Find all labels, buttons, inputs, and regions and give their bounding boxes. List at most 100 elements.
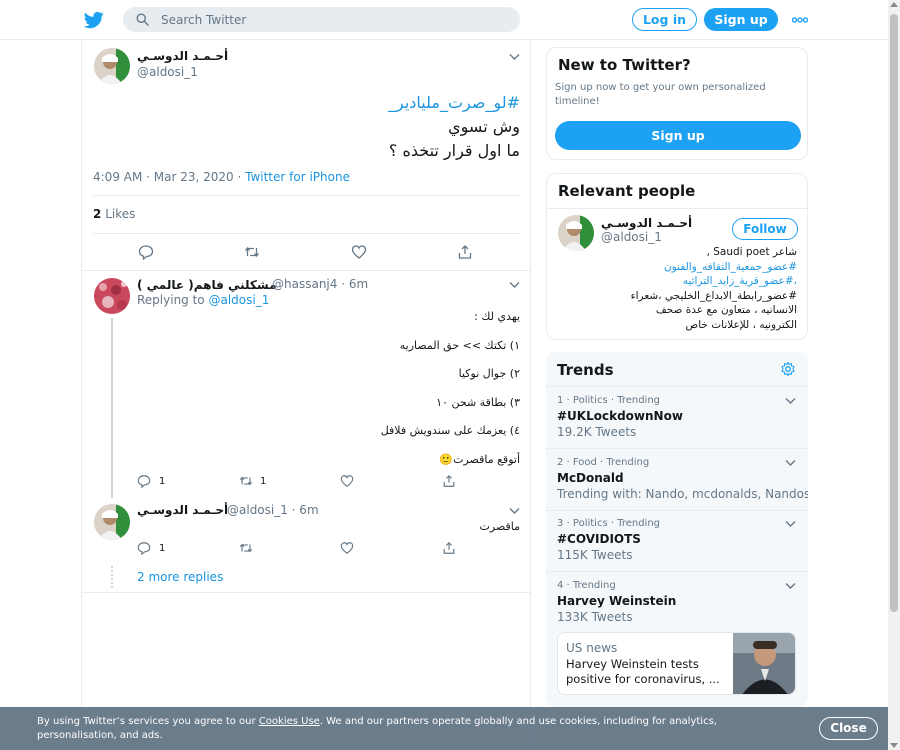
top-navigation-bar: Log in Sign up xyxy=(0,0,888,40)
divider xyxy=(546,386,808,387)
author-avatar[interactable] xyxy=(94,48,130,84)
chevron-down-icon[interactable] xyxy=(509,53,520,61)
chevron-down-icon[interactable] xyxy=(785,520,796,528)
reply-count: 1 xyxy=(159,476,166,487)
reply-text: يهدي لك : ١) تكتك >> حق المصاريه ٢) جوال… xyxy=(137,310,520,473)
reply-icon[interactable] xyxy=(137,474,151,488)
cookies-use-link[interactable]: Cookies Use xyxy=(259,716,320,727)
share-icon[interactable] xyxy=(442,541,456,555)
scrollbar-thumb[interactable] xyxy=(890,14,898,612)
reply-author-name[interactable]: مشكلني فاهم( عالمي ) xyxy=(137,278,277,292)
reply-line: أتوقع ماقصرت🙂 xyxy=(439,452,520,466)
reply-icon[interactable] xyxy=(138,244,154,260)
news-headline[interactable]: Harvey Weinstein tests positive for coro… xyxy=(566,657,726,686)
reply-author-handle[interactable]: @hassanj4 · 6m xyxy=(272,277,368,291)
relevant-people-card: Relevant people أحـمـد الدوسـي @aldosi_1… xyxy=(546,173,808,340)
bio-hashtag-link[interactable]: ،#عضو_قرية_زايد_التراثيه xyxy=(557,274,797,289)
avatar-photo-icon xyxy=(94,48,130,84)
author-name[interactable]: أحـمـد الدوسـي xyxy=(137,49,228,63)
trend-meta: 1 · Politics · Trending xyxy=(557,395,661,406)
trend-name[interactable]: #COVIDIOTS xyxy=(557,532,641,546)
tweet-line: ما اول قرار تتخذه ؟ xyxy=(388,141,520,160)
bio-hashtag-link[interactable]: #عضو_جمعية_الثقافه_والفنون xyxy=(557,260,797,275)
reply-author-name[interactable]: أحـمـد الدوسـي xyxy=(137,503,228,517)
trend-count: 19.2K Tweets xyxy=(557,425,637,439)
like-heart-icon[interactable] xyxy=(351,244,367,260)
person-name[interactable]: أحـمـد الدوسـي xyxy=(601,216,692,230)
reply-line: ١) تكتك >> حق المصاريه xyxy=(399,338,520,352)
divider xyxy=(93,195,520,196)
avatar-photo-icon xyxy=(94,504,130,540)
settings-gear-icon[interactable] xyxy=(780,361,796,377)
chevron-down-icon[interactable] xyxy=(785,582,796,590)
reply-line: ٤) يعزمك على سندويش فلافل xyxy=(380,424,520,437)
sign-up-button[interactable]: Sign up xyxy=(555,121,801,150)
main-timeline-column: أحـمـد الدوسـي @aldosi_1 #لو_صرت_مليادير… xyxy=(81,40,531,750)
trend-meta: 4 · Trending xyxy=(557,580,616,591)
timestamp-text[interactable]: 4:09 AM · Mar 23, 2020 · xyxy=(93,170,245,184)
thread-dotted-connector xyxy=(111,566,113,588)
more-options-icon[interactable] xyxy=(792,13,808,27)
follow-button[interactable]: Follow xyxy=(732,218,798,240)
scroll-up-arrow-icon[interactable] xyxy=(890,2,898,7)
reply-line: ٢) جوال نوكيا xyxy=(458,367,520,380)
replying-to-handle-link[interactable]: @aldosi_1 xyxy=(208,293,269,307)
trend-count: 133K Tweets xyxy=(557,610,633,624)
page-scrollbar[interactable] xyxy=(888,0,900,750)
likes-number: 2 xyxy=(93,207,102,221)
chevron-down-icon[interactable] xyxy=(785,397,796,405)
twitter-bird-logo-icon[interactable] xyxy=(84,10,104,30)
share-icon[interactable] xyxy=(442,474,456,488)
chevron-down-icon[interactable] xyxy=(509,281,520,289)
trends-title: Trends xyxy=(557,361,614,379)
news-card[interactable]: US news Harvey Weinstein tests positive … xyxy=(557,632,796,695)
tweet-text: #لو_صرت_مليادير_ وش تسوي ما اول قرار تتخ… xyxy=(94,91,520,163)
like-heart-icon[interactable] xyxy=(340,541,354,555)
bio-hashtag-link[interactable]: #عضو_رابطة_الابداع_الخليجي ،شعراء xyxy=(631,290,797,302)
search-box[interactable] xyxy=(123,7,520,32)
divider xyxy=(82,270,530,271)
divider xyxy=(546,571,808,572)
bio-line: #عضو_رابطة_الابداع_الخليجي ،شعراء xyxy=(557,289,797,304)
reply-count: 1 xyxy=(159,543,166,554)
divider xyxy=(546,448,808,449)
trend-name[interactable]: McDonald xyxy=(557,471,624,485)
search-input[interactable] xyxy=(161,10,501,29)
cookie-consent-banner: By using Twitter’s services you agree to… xyxy=(0,707,888,750)
log-in-button[interactable]: Log in xyxy=(632,8,697,31)
hashtag-link[interactable]: #لو_صرت_مليادير_ xyxy=(94,91,520,115)
card-subtitle: Sign up now to get your own personalized… xyxy=(555,82,766,107)
trend-meta: 3 · Politics · Trending xyxy=(557,518,661,529)
reply-icon[interactable] xyxy=(137,541,151,555)
reply-author-handle[interactable]: @aldosi_1 · 6m xyxy=(227,503,319,517)
likes-count[interactable]: 2 Likes xyxy=(93,207,135,221)
card-title: Relevant people xyxy=(558,182,696,200)
divider xyxy=(93,233,520,234)
share-icon[interactable] xyxy=(457,244,473,260)
trend-count: Trending with: Nando, mcdonalds, Nandos xyxy=(557,487,808,501)
trend-name[interactable]: Harvey Weinstein xyxy=(557,594,676,608)
retweet-icon[interactable] xyxy=(239,541,253,555)
close-cookie-banner-button[interactable]: Close xyxy=(819,717,878,740)
more-replies-link[interactable]: 2 more replies xyxy=(137,570,223,584)
replying-to: Replying to @aldosi_1 xyxy=(137,293,269,307)
like-heart-icon[interactable] xyxy=(340,474,354,488)
trend-meta: 2 · Food · Trending xyxy=(557,457,650,468)
bio-line: شاعر Saudi poet , xyxy=(706,246,797,258)
trend-name[interactable]: #UKLockdownNow xyxy=(557,409,683,423)
replying-to-label: Replying to xyxy=(137,293,209,307)
retweet-icon[interactable] xyxy=(239,474,253,488)
scroll-down-arrow-icon[interactable] xyxy=(890,743,898,748)
reply-author-avatar[interactable] xyxy=(94,504,130,540)
chevron-down-icon[interactable] xyxy=(785,459,796,467)
author-handle[interactable]: @aldosi_1 xyxy=(137,65,198,79)
retweet-icon[interactable] xyxy=(244,244,260,260)
reply-author-avatar[interactable] xyxy=(94,278,130,314)
trend-count: 115K Tweets xyxy=(557,548,633,562)
chevron-down-icon[interactable] xyxy=(509,507,520,515)
person-bio: شاعر Saudi poet , #عضو_جمعية_الثقافه_وال… xyxy=(557,245,797,332)
person-handle[interactable]: @aldosi_1 xyxy=(601,230,662,244)
cookie-text-pre: By using Twitter’s services you agree to… xyxy=(37,716,259,727)
tweet-source-link[interactable]: Twitter for iPhone xyxy=(245,170,350,184)
sign-up-button[interactable]: Sign up xyxy=(704,8,778,31)
